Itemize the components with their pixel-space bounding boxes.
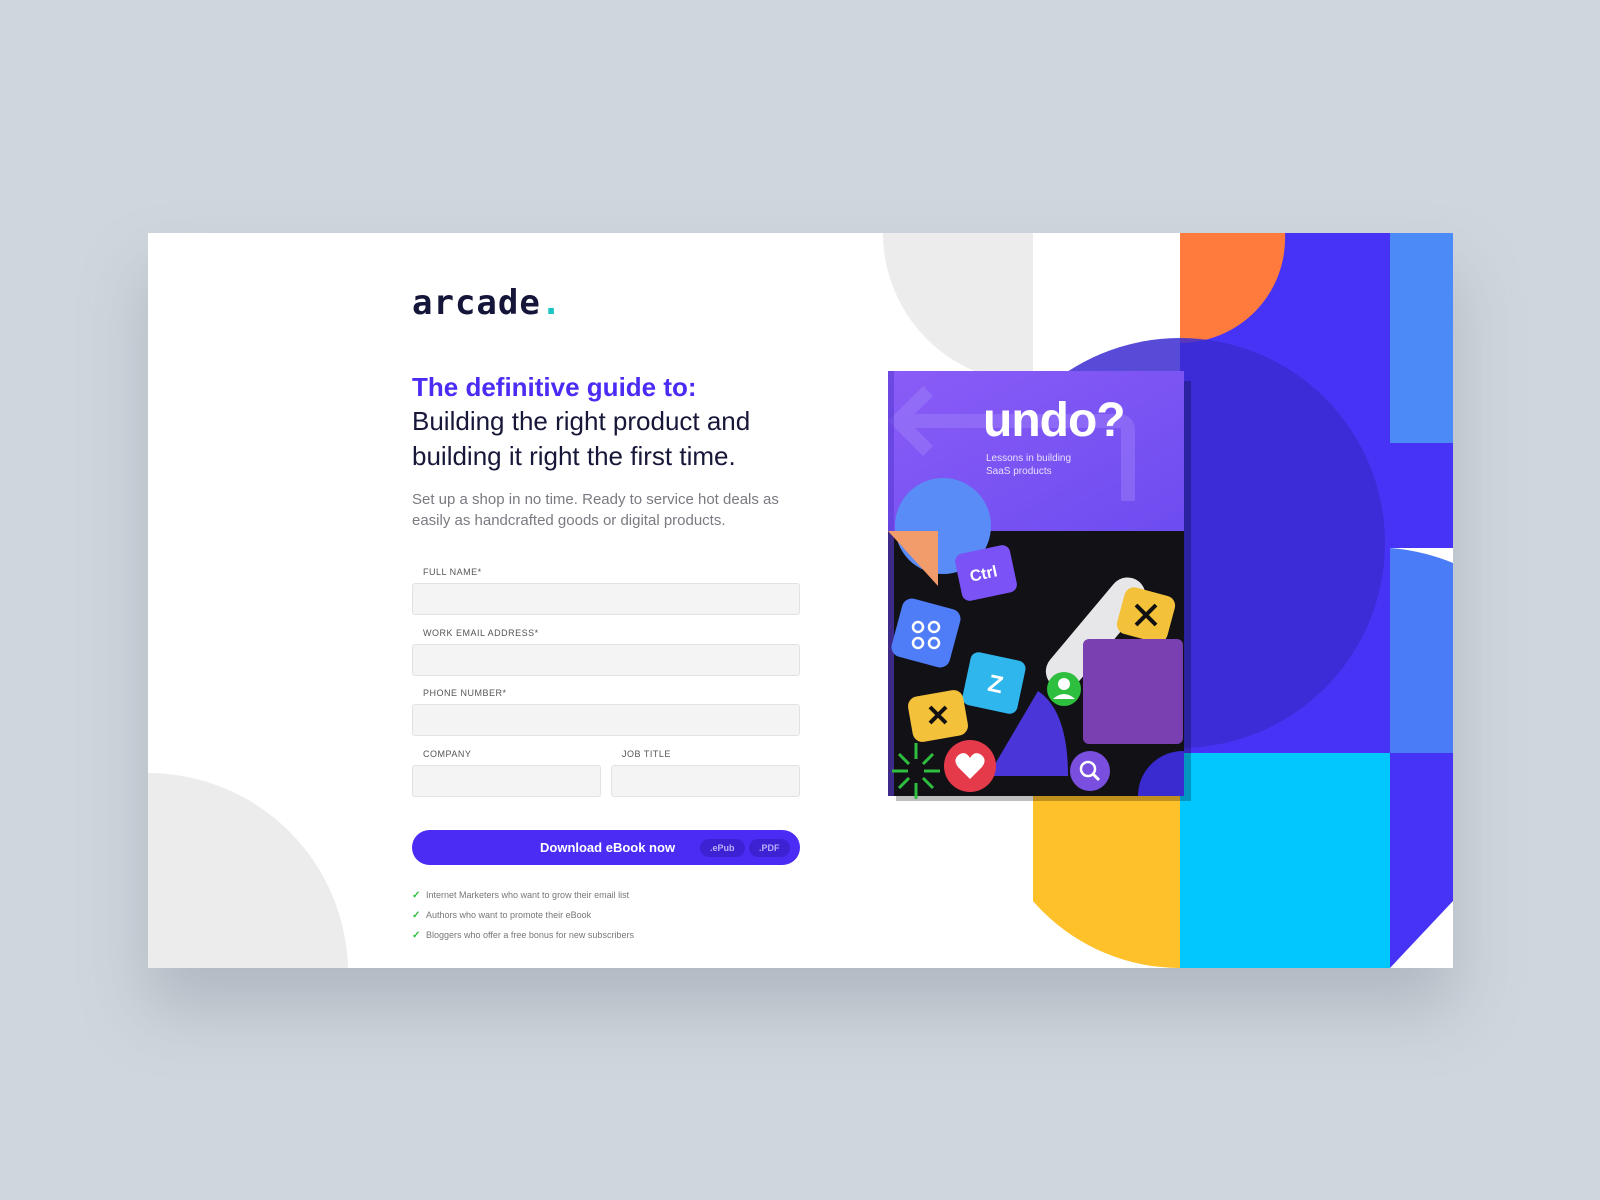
check-icon: ✓ xyxy=(412,930,421,941)
close-icon xyxy=(908,690,968,742)
download-button-label: Download eBook now xyxy=(540,840,676,855)
logo-dot: . xyxy=(540,283,563,323)
decorative-circle-left xyxy=(148,773,348,968)
list-item: ✓ Bloggers who offer a free bonus for new… xyxy=(412,925,634,945)
job-title-label: JOB TITLE xyxy=(622,749,671,759)
job-title-input[interactable] xyxy=(611,765,800,797)
heart-icon xyxy=(944,740,996,792)
download-ebook-button[interactable]: Download eBook now .ePub .PDF xyxy=(412,830,800,865)
book-title: undo? xyxy=(983,394,1126,447)
email-input[interactable] xyxy=(412,644,800,676)
full-name-label: FULL NAME* xyxy=(423,567,482,577)
headline-line1: Building the right product and xyxy=(412,406,751,436)
search-icon xyxy=(1070,751,1110,791)
benefits-list: ✓ Internet Marketers who want to grow the… xyxy=(412,885,634,945)
landing-card: undo? Lessons in building SaaS products … xyxy=(148,233,1453,968)
full-name-input[interactable] xyxy=(412,583,800,615)
list-item: ✓ Authors who want to promote their eBook xyxy=(412,905,634,925)
list-item: ✓ Internet Marketers who want to grow the… xyxy=(412,885,634,905)
check-icon: ✓ xyxy=(412,890,421,901)
format-pdf-badge[interactable]: .PDF xyxy=(749,839,790,857)
book-subtitle-line2: SaaS products xyxy=(986,466,1052,477)
hero-headline: The definitive guide to: Building the ri… xyxy=(412,370,832,474)
hero-subtext: Set up a shop in no time. Ready to servi… xyxy=(412,491,779,529)
check-icon: ✓ xyxy=(412,910,421,921)
phone-input[interactable] xyxy=(412,704,800,736)
book-subtitle-line1: Lessons in building xyxy=(986,453,1072,464)
user-icon xyxy=(1047,672,1081,706)
phone-label: PHONE NUMBER* xyxy=(423,688,507,698)
company-input[interactable] xyxy=(412,765,601,797)
format-epub-badge[interactable]: .ePub xyxy=(700,839,745,857)
arcade-logo[interactable]: arcade. xyxy=(412,283,562,323)
logo-text: arcade xyxy=(412,283,541,323)
headline-accent: The definitive guide to: xyxy=(412,372,697,402)
headline-line2: building it right the first time. xyxy=(412,441,736,471)
email-label: WORK EMAIL ADDRESS* xyxy=(423,628,539,638)
company-label: COMPANY xyxy=(423,749,472,759)
